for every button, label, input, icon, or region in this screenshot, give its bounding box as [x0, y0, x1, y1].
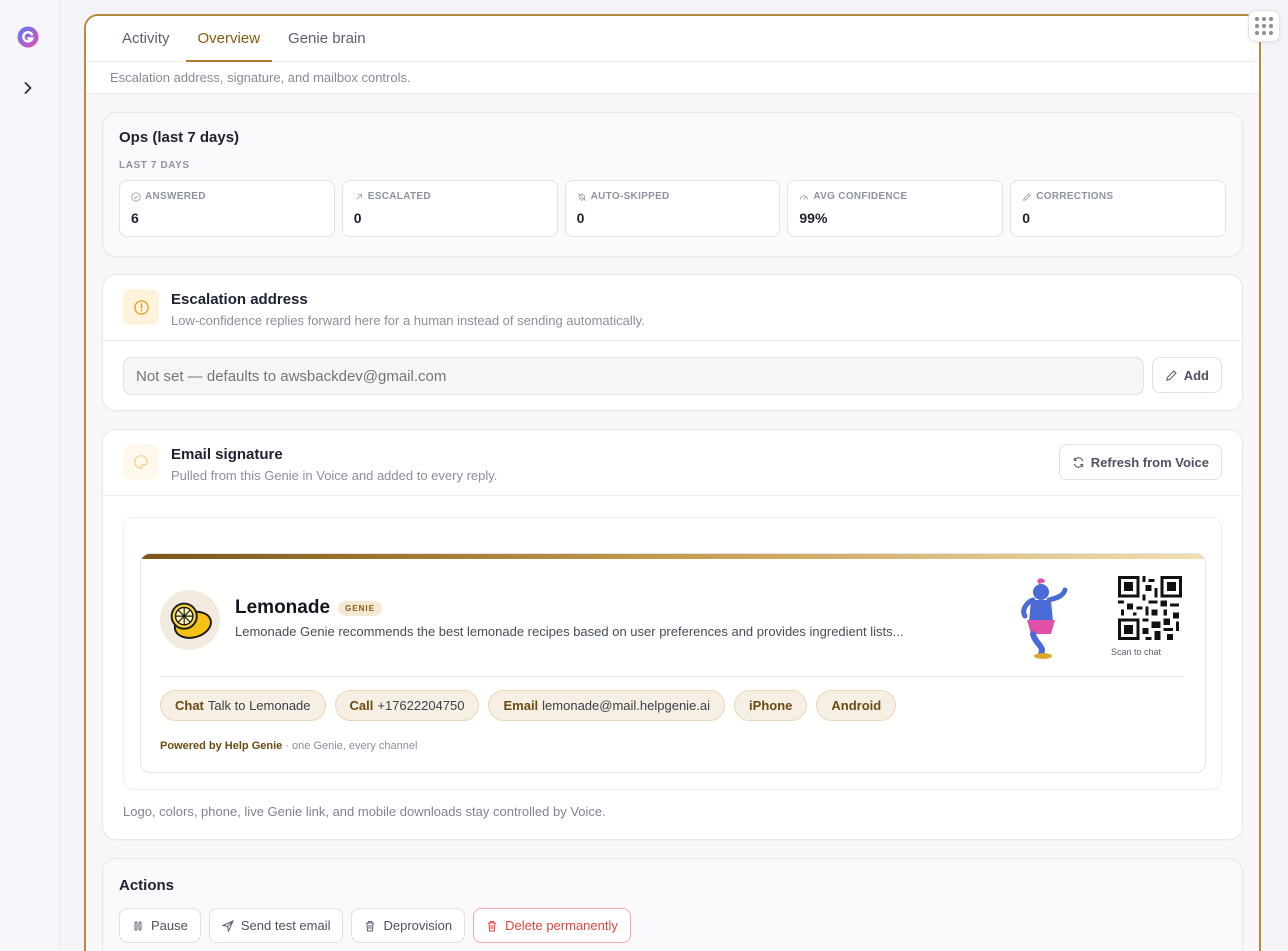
chip-email[interactable]: Email lemonade@mail.helpgenie.ai — [488, 690, 726, 721]
genie-name: Lemonade GENIE — [235, 597, 382, 619]
send-test-email-label: Send test email — [240, 918, 331, 933]
pause-button[interactable]: Pause — [119, 908, 201, 943]
send-icon — [221, 919, 234, 932]
pencil-icon — [1023, 192, 1031, 201]
stat-value: 0 — [353, 210, 362, 226]
main-panel: Activity Overview Genie brain Escalation… — [84, 14, 1261, 951]
ops-title: Ops (last 7 days) — [119, 129, 240, 146]
signature-footer-note: Logo, colors, phone, live Genie link, an… — [123, 804, 606, 819]
refresh-icon — [1073, 456, 1084, 468]
genie-mascot-icon — [1011, 576, 1073, 662]
genie-name-text: Lemonade — [235, 597, 331, 618]
chip-key: Android — [831, 698, 882, 713]
signature-divider — [160, 676, 1184, 677]
stat-answered: ANSWERED 6 — [119, 180, 335, 237]
stat-value: 0 — [576, 210, 585, 226]
chip-value: +17622204750 — [377, 698, 465, 713]
qr-label: Scan to chat — [1111, 647, 1162, 657]
palette-icon — [123, 444, 159, 480]
deprovision-label: Deprovision — [383, 918, 453, 933]
chip-key: Call — [349, 698, 374, 713]
trash-icon — [488, 920, 497, 931]
tab-genie-brain[interactable]: Genie brain — [276, 16, 378, 62]
tab-overview[interactable]: Overview — [185, 16, 273, 62]
refresh-from-voice-button[interactable]: Refresh from Voice — [1058, 444, 1222, 480]
add-label: Add — [1183, 367, 1209, 383]
alert-circle-icon — [123, 289, 159, 325]
delete-label: Delete permanently — [505, 918, 618, 933]
send-test-email-button[interactable]: Send test email — [208, 908, 344, 943]
signature-accent-bar — [141, 554, 1205, 559]
signature-title: Email signature — [171, 446, 283, 463]
escalation-email-input[interactable] — [123, 357, 1144, 395]
actions-card: Actions Pause Send test email Deprovisio… — [102, 858, 1243, 951]
add-escalation-button[interactable]: Add — [1151, 357, 1222, 393]
pencil-icon — [1165, 369, 1177, 381]
stat-label: AVG CONFIDENCE — [813, 191, 908, 202]
ops-caption: LAST 7 DAYS — [119, 160, 190, 171]
escalation-card: Escalation address Low-confidence replie… — [102, 274, 1243, 411]
stat-label: CORRECTIONS — [1036, 191, 1114, 202]
app-logo-icon[interactable] — [16, 25, 40, 49]
signature-preview-frame: Lemonade GENIE Lemonade Genie recommends… — [123, 517, 1222, 790]
stat-label: AUTO-SKIPPED — [590, 191, 670, 202]
powered-rest: · one Genie, every channel — [282, 740, 418, 752]
tab-activity[interactable]: Activity — [110, 16, 182, 62]
ops-card: Ops (last 7 days) LAST 7 DAYS ANSWERED 6… — [102, 112, 1243, 257]
stat-value: 6 — [131, 210, 139, 226]
chip-value: lemonade@mail.helpgenie.ai — [542, 698, 711, 713]
chip-key: Email — [503, 698, 539, 713]
genie-badge: GENIE — [338, 600, 382, 616]
arrow-up-right-icon — [356, 193, 362, 200]
powered-brand: Powered by Help Genie — [160, 740, 283, 752]
bell-off-icon — [577, 192, 586, 201]
tab-bar: Activity Overview Genie brain — [86, 16, 1259, 62]
expand-sidebar-icon[interactable] — [20, 80, 36, 96]
check-circle-icon — [131, 191, 141, 202]
stat-escalated: ESCALATED 0 — [341, 180, 558, 237]
genie-tagline: Lemonade Genie recommends the best lemon… — [235, 624, 904, 639]
powered-by: Powered by Help Genie · one Genie, every… — [160, 740, 417, 752]
chip-android[interactable]: Android — [816, 690, 897, 721]
refresh-label: Refresh from Voice — [1090, 454, 1209, 470]
chip-call[interactable]: Call +17622204750 — [334, 690, 480, 721]
stat-corrections: CORRECTIONS 0 — [1010, 180, 1226, 237]
apps-grid-button[interactable] — [1248, 10, 1280, 42]
trash-icon — [366, 920, 375, 931]
page-subtitle: Escalation address, signature, and mailb… — [86, 62, 1259, 94]
stat-auto-skipped: AUTO-SKIPPED 0 — [564, 180, 781, 237]
lemon-avatar-icon — [160, 590, 220, 650]
qr-code-icon — [1118, 576, 1182, 640]
chip-value: Talk to Lemonade — [207, 698, 311, 713]
gauge-icon — [800, 194, 809, 200]
chip-iphone[interactable]: iPhone — [734, 690, 808, 721]
escalation-title: Escalation address — [171, 291, 308, 308]
pause-icon — [134, 921, 142, 930]
pause-label: Pause — [151, 918, 188, 933]
stat-label: ANSWERED — [145, 191, 206, 202]
chip-key: iPhone — [749, 698, 793, 713]
chip-key: Chat — [175, 698, 204, 713]
chip-chat[interactable]: Chat Talk to Lemonade — [160, 690, 326, 721]
stat-avg-confidence: AVG CONFIDENCE 99% — [787, 180, 1004, 237]
deprovision-button[interactable]: Deprovision — [351, 908, 466, 943]
signature-card: Email signature Pulled from this Genie i… — [102, 429, 1243, 840]
escalation-description: Low-confidence replies forward here for … — [171, 313, 645, 328]
actions-title: Actions — [119, 877, 175, 894]
signature-description: Pulled from this Genie in Voice and adde… — [171, 468, 498, 483]
stat-value: 99% — [799, 210, 828, 226]
sidebar-rail — [0, 0, 60, 951]
stat-value: 0 — [1022, 210, 1030, 226]
delete-permanently-button[interactable]: Delete permanently — [473, 908, 631, 943]
signature-preview: Lemonade GENIE Lemonade Genie recommends… — [140, 553, 1206, 773]
stat-label: ESCALATED — [367, 191, 431, 202]
